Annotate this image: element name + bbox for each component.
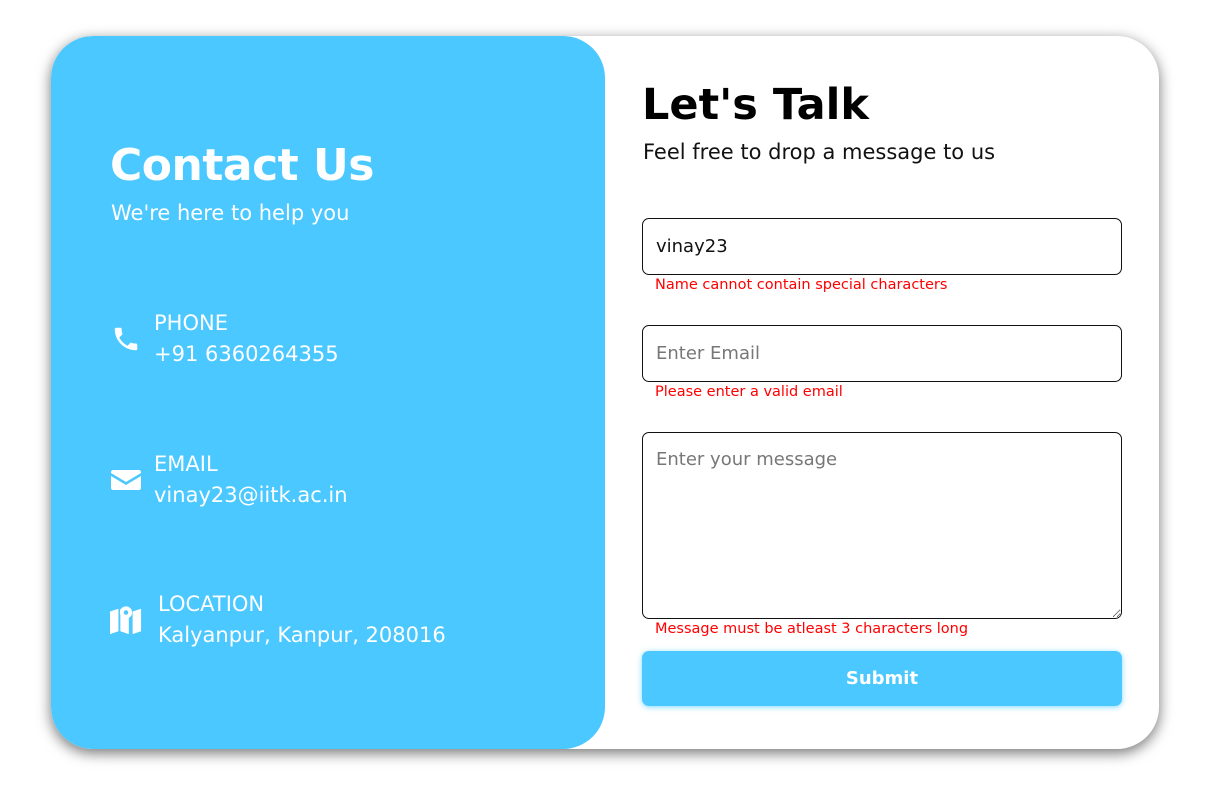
form-subtitle: Feel free to drop a message to us (643, 140, 996, 164)
name-error: Name cannot contain special characters (655, 277, 948, 293)
contact-card: Contact Us We're here to help you PHONE … (51, 36, 1159, 749)
submit-button[interactable]: Submit (642, 651, 1122, 706)
email-info: EMAIL vinay23@iitk.ac.in (110, 449, 348, 511)
email-value: vinay23@iitk.ac.in (154, 483, 348, 507)
email-error: Please enter a valid email (655, 384, 843, 400)
contact-info-panel: Contact Us We're here to help you PHONE … (51, 36, 605, 749)
envelope-icon (110, 464, 142, 496)
email-input[interactable] (642, 325, 1122, 382)
phone-info: PHONE +91 6360264355 (110, 308, 339, 370)
email-label: EMAIL (154, 452, 218, 476)
location-label: LOCATION (158, 592, 265, 616)
contact-subtitle: We're here to help you (111, 201, 350, 225)
location-info: LOCATION Kalyanpur, Kanpur, 208016 (110, 589, 446, 651)
message-error: Message must be atleast 3 characters lon… (655, 621, 969, 637)
map-pin-icon (110, 604, 142, 636)
name-input[interactable] (642, 218, 1122, 275)
form-title: Let's Talk (642, 80, 869, 130)
phone-icon (110, 323, 142, 355)
phone-label: PHONE (154, 311, 228, 335)
message-textarea[interactable] (642, 432, 1122, 619)
location-value: Kalyanpur, Kanpur, 208016 (158, 623, 446, 647)
contact-title: Contact Us (110, 140, 374, 191)
phone-value: +91 6360264355 (154, 342, 339, 366)
